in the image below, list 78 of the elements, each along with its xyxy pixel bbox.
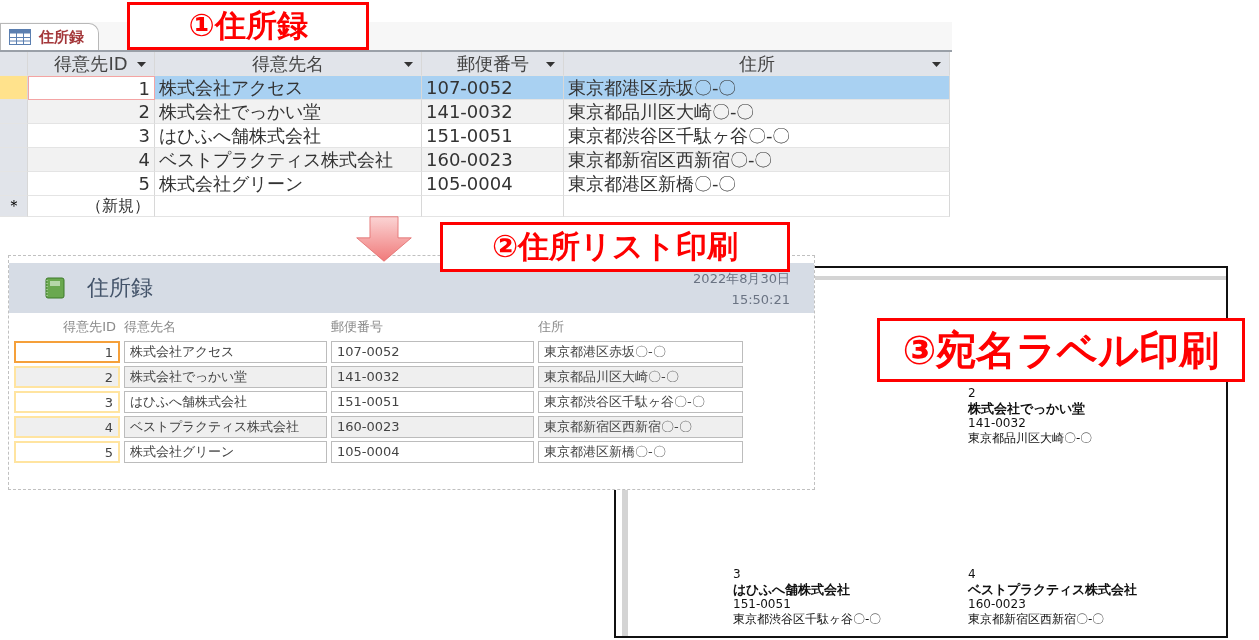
table-cell: ベストプラクティス株式会社	[155, 148, 422, 172]
column-label: 得意先名	[124, 318, 177, 336]
table-cell: 株式会社グリーン	[155, 172, 422, 196]
label-address: 東京都渋谷区千駄ヶ谷〇-〇	[733, 612, 882, 627]
table-cell: 東京都港区新橋〇-〇	[564, 172, 950, 196]
label-id: 2	[968, 386, 976, 401]
name-field[interactable]: 株式会社でっかい堂	[124, 366, 327, 388]
name-field[interactable]: はひふへ舗株式会社	[124, 391, 327, 413]
column-header[interactable]: 住所	[738, 52, 775, 75]
table-cell: 105-0004	[422, 172, 564, 196]
caret-icon[interactable]	[137, 62, 146, 67]
table-icon	[9, 29, 31, 45]
record-selector[interactable]	[0, 124, 28, 148]
name-field[interactable]: ベストプラクティス株式会社	[124, 416, 327, 438]
name-field[interactable]: 株式会社アクセス	[124, 341, 327, 363]
table-cell: 株式会社アクセス	[155, 76, 422, 100]
record-selector[interactable]	[0, 172, 28, 196]
select-all-button[interactable]	[0, 52, 28, 76]
postal-code-field[interactable]: 141-0032	[331, 366, 534, 388]
notebook-icon	[45, 277, 65, 299]
postal-code-field[interactable]: 151-0051	[331, 391, 534, 413]
record-selector[interactable]	[0, 76, 28, 100]
table-cell: 1	[28, 76, 155, 100]
caret-icon[interactable]	[932, 62, 941, 67]
column-label: 住所	[538, 318, 565, 336]
report-title: 住所録	[87, 274, 153, 302]
table-cell: 160-0023	[422, 148, 564, 172]
postal-code-field[interactable]: 160-0023	[331, 416, 534, 438]
new-record-marker: ＊	[0, 196, 28, 217]
address-field[interactable]: 東京都港区赤坂〇-〇	[538, 341, 743, 363]
column-label: 郵便番号	[331, 318, 384, 336]
address-field[interactable]: 東京都新宿区西新宿〇-〇	[538, 416, 743, 438]
report-date: 2022年8月30日	[693, 269, 790, 288]
label-name: ベストプラクティス株式会社	[968, 582, 1137, 597]
table-cell: はひふへ舗株式会社	[155, 124, 422, 148]
table-cell: 5	[28, 172, 155, 196]
postal-code-field[interactable]: 107-0052	[331, 341, 534, 363]
address-field[interactable]: 東京都港区新橋〇-〇	[538, 441, 743, 463]
table-cell: 4	[28, 148, 155, 172]
id-field[interactable]: 5	[14, 441, 120, 463]
new-record-cell[interactable]: （新規）	[28, 196, 155, 217]
label-address: 東京都品川区大崎〇-〇	[968, 431, 1093, 446]
label-id: 4	[968, 567, 976, 582]
column-label: 得意先ID	[62, 318, 117, 336]
callout-label: ②住所リスト印刷	[440, 222, 790, 272]
table-cell: 141-0032	[422, 100, 564, 124]
record-selector[interactable]	[0, 100, 28, 124]
id-field[interactable]: 4	[14, 416, 120, 438]
report-time: 15:50:21	[731, 291, 790, 307]
caret-icon[interactable]	[546, 62, 555, 67]
table-cell: 株式会社でっかい堂	[155, 100, 422, 124]
name-field[interactable]: 株式会社グリーン	[124, 441, 327, 463]
label-postal-code: 160-0023	[968, 597, 1026, 612]
table-tab[interactable]: 住所録	[0, 23, 99, 50]
label-name: 株式会社でっかい堂	[968, 401, 1085, 416]
id-field[interactable]: 1	[14, 341, 120, 363]
table-cell: 東京都渋谷区千駄ヶ谷〇-〇	[564, 124, 950, 148]
table-cell: 東京都品川区大崎〇-〇	[564, 100, 950, 124]
table-cell: 2	[28, 100, 155, 124]
record-selector[interactable]	[0, 148, 28, 172]
callout-label: ①住所録	[127, 2, 369, 50]
table-cell: 3	[28, 124, 155, 148]
label-name: はひふへ舗株式会社	[733, 582, 850, 597]
id-field[interactable]: 2	[14, 366, 120, 388]
table-cell: 東京都港区赤坂〇-〇	[564, 76, 950, 100]
table-cell: 151-0051	[422, 124, 564, 148]
postal-code-field[interactable]: 105-0004	[331, 441, 534, 463]
callout-label: ③宛名ラベル印刷	[877, 318, 1245, 382]
address-field[interactable]: 東京都渋谷区千駄ヶ谷〇-〇	[538, 391, 743, 413]
id-field[interactable]: 3	[14, 391, 120, 413]
label-postal-code: 151-0051	[733, 597, 791, 612]
label-address: 東京都新宿区西新宿〇-〇	[968, 612, 1105, 627]
address-field[interactable]: 東京都品川区大崎〇-〇	[538, 366, 743, 388]
table-cell: 107-0052	[422, 76, 564, 100]
caret-icon[interactable]	[404, 62, 413, 67]
label-id: 3	[733, 567, 741, 582]
table-cell: 東京都新宿区西新宿〇-〇	[564, 148, 950, 172]
label-postal-code: 141-0032	[968, 416, 1026, 431]
